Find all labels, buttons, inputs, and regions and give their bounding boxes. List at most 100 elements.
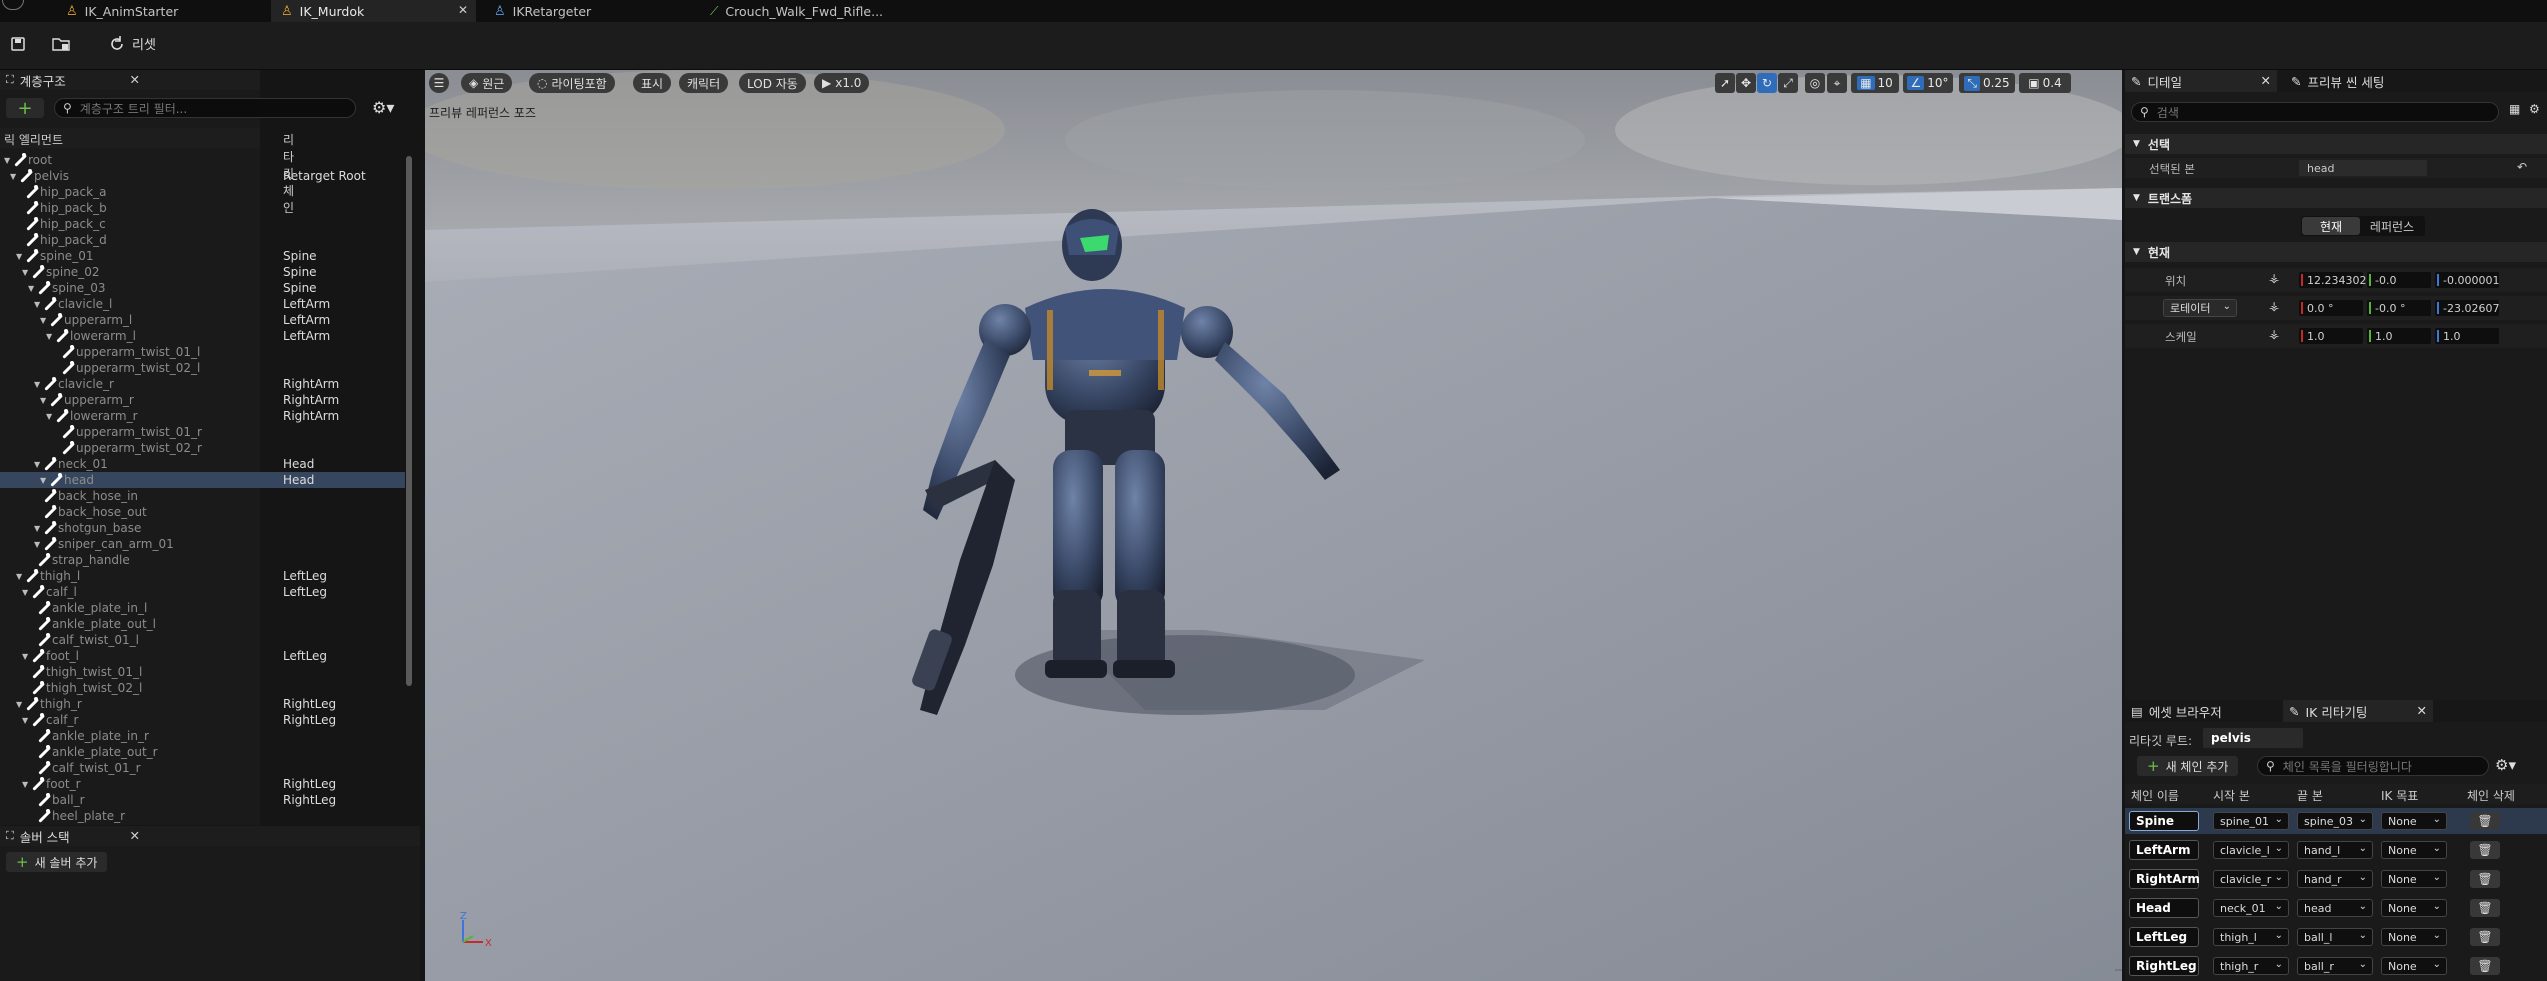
expand-arrow-icon[interactable]: ▼ [34,300,44,309]
details-search-input[interactable]: ⚲ 검색 [2131,102,2499,122]
chain-row[interactable]: Head neck_01 ⌄ head ⌄ None ⌄ 🗑 [2125,895,2547,921]
table-view-icon[interactable]: ▦ [2509,102,2520,116]
hierarchy-row[interactable]: back_hose_out [0,504,405,520]
hierarchy-row[interactable]: ▼ upperarm_l LeftArm [0,312,405,328]
delete-chain-button[interactable]: 🗑 [2470,928,2500,946]
end-bone-dropdown[interactable]: ball_r ⌄ [2297,957,2373,975]
hierarchy-row[interactable]: hip_pack_c [0,216,405,232]
expand-arrow-icon[interactable]: ▼ [46,412,56,421]
select-tool[interactable]: ➚ [1715,73,1735,93]
hierarchy-row[interactable]: ▼ spine_01 Spine [0,248,405,264]
tab-asset-browser[interactable]: ▤ 에셋 브라우저 [2125,700,2222,722]
end-bone-dropdown[interactable]: hand_r ⌄ [2297,870,2373,888]
tab-ikretargeter[interactable]: ♙ IKRetargeter [484,0,694,22]
delete-chain-button[interactable]: 🗑 [2470,899,2500,917]
rotate-tool[interactable]: ↻ [1757,73,1777,93]
rotation-x[interactable]: 0.0 ° [2299,300,2363,316]
hierarchy-search-input[interactable]: ⚲ 계층구조 트리 필터... [54,98,356,118]
expand-arrow-icon[interactable]: ▼ [40,476,50,485]
expand-arrow-icon[interactable]: ▼ [22,716,32,725]
hierarchy-row[interactable]: thigh_twist_01_l [0,664,405,680]
start-bone-dropdown[interactable]: thigh_l ⌄ [2213,928,2289,946]
hierarchy-row[interactable]: upperarm_twist_01_l [0,344,405,360]
angle-snap-button[interactable]: ∠ 10° [1903,73,1953,93]
chain-name-field[interactable]: RightArm [2129,869,2200,889]
browse-button[interactable] [52,36,70,52]
location-z[interactable]: -0.000001 [2435,272,2499,288]
tab-preview-settings[interactable]: ✎ 프리뷰 씬 세팅 [2285,70,2384,92]
settings-icon[interactable]: ⚙▾ [2495,756,2516,774]
chain-row[interactable]: RightLeg thigh_r ⌄ ball_r ⌄ None ⌄ 🗑 [2125,953,2547,979]
chain-name-field[interactable]: LeftLeg [2129,927,2199,947]
tab-ik-animstarter[interactable]: ♙ IK_AnimStarter [56,0,271,22]
start-bone-dropdown[interactable]: spine_01 ⌄ [2213,812,2289,830]
lighting-button[interactable]: ◌ 라이팅포함 [529,73,615,93]
hierarchy-row[interactable]: hip_pack_b [0,200,405,216]
start-bone-dropdown[interactable]: thigh_r ⌄ [2213,957,2289,975]
hierarchy-row[interactable]: ▼ spine_02 Spine [0,264,405,280]
playback-speed-button[interactable]: ▶ x1.0 [814,73,870,93]
hierarchy-row[interactable]: hip_pack_d [0,232,405,248]
reset-button[interactable]: 리셋 [108,34,156,53]
delete-chain-button[interactable]: 🗑 [2470,812,2500,830]
character-button[interactable]: 캐릭터 [679,73,729,93]
rotation-type-dropdown[interactable]: 로테이터 ⌄ [2163,299,2237,317]
chain-name-field[interactable]: LeftArm [2129,840,2199,860]
hierarchy-row[interactable]: upperarm_twist_02_l [0,360,405,376]
hierarchy-row[interactable]: ▼ foot_l LeftLeg [0,648,405,664]
close-icon[interactable]: ✕ [130,72,140,87]
hierarchy-row[interactable]: hip_pack_a [0,184,405,200]
ik-goal-dropdown[interactable]: None ⌄ [2381,957,2447,975]
perspective-button[interactable]: ◈ 원근 [461,73,513,93]
ik-goal-dropdown[interactable]: None ⌄ [2381,841,2447,859]
surface-snap-button[interactable]: ⌖ [1827,73,1847,93]
end-bone-dropdown[interactable]: head ⌄ [2297,899,2373,917]
close-icon[interactable]: ✕ [2261,73,2271,88]
hierarchy-row[interactable]: ankle_plate_out_l [0,616,405,632]
pivot-icon[interactable]: ⚶ [2269,327,2279,341]
hierarchy-row[interactable]: ▼ head Head [0,472,405,488]
location-y[interactable]: -0.0 [2367,272,2431,288]
hierarchy-row[interactable]: calf_twist_01_r [0,760,405,776]
hierarchy-row[interactable]: upperarm_twist_02_r [0,440,405,456]
expand-arrow-icon[interactable]: ▼ [34,460,44,469]
hierarchy-row[interactable]: ▼ spine_03 Spine [0,280,405,296]
end-bone-dropdown[interactable]: spine_03 ⌄ [2297,812,2373,830]
expand-arrow-icon[interactable]: ▼ [40,316,50,325]
pivot-icon[interactable]: ⚶ [2269,299,2279,313]
hierarchy-row[interactable]: upperarm_twist_01_r [0,424,405,440]
scale-z[interactable]: 1.0 [2435,328,2499,344]
tab-crouch-walk[interactable]: ⟋ Crouch_Walk_Fwd_Rifle... [700,0,940,22]
chain-name-field[interactable]: RightLeg [2129,956,2199,976]
scale-snap-button[interactable]: ⤡ 0.25 [1959,73,2015,93]
expand-arrow-icon[interactable]: ▼ [22,268,32,277]
hierarchy-scrollbar[interactable] [406,156,412,686]
hierarchy-row[interactable]: ankle_plate_out_r [0,744,405,760]
scale-tool[interactable]: ⤢ [1778,73,1798,93]
section-transform[interactable]: ▼ 트랜스폼 [2125,188,2547,208]
reset-arrow-icon[interactable]: ↶ [2517,160,2527,174]
close-icon[interactable]: ✕ [2417,703,2427,718]
hierarchy-row[interactable]: ▼ calf_l LeftLeg [0,584,405,600]
delete-chain-button[interactable]: 🗑 [2470,957,2500,975]
expand-arrow-icon[interactable]: ▼ [34,380,44,389]
hierarchy-row[interactable]: ▼ lowerarm_l LeftArm [0,328,405,344]
hierarchy-row[interactable]: heel_plate_r [0,808,405,824]
expand-arrow-icon[interactable]: ▼ [16,252,26,261]
expand-arrow-icon[interactable]: ▼ [22,780,32,789]
scale-y[interactable]: 1.0 [2367,328,2431,344]
retarget-root-field[interactable]: pelvis [2203,728,2303,748]
section-selection[interactable]: ▼ 선택 [2125,134,2547,154]
pivot-icon[interactable]: ⚶ [2269,271,2279,285]
toggle-current[interactable]: 현재 [2302,217,2360,235]
start-bone-dropdown[interactable]: clavicle_l ⌄ [2213,841,2289,859]
expand-arrow-icon[interactable]: ▼ [40,396,50,405]
hierarchy-row[interactable]: ▼ thigh_l LeftLeg [0,568,405,584]
hierarchy-row[interactable]: ▼ upperarm_r RightArm [0,392,405,408]
translate-tool[interactable]: ✥ [1736,73,1756,93]
hierarchy-row[interactable]: ankle_plate_in_l [0,600,405,616]
ik-goal-dropdown[interactable]: None ⌄ [2381,928,2447,946]
expand-arrow-icon[interactable]: ▼ [4,156,14,165]
chain-row[interactable]: Spine spine_01 ⌄ spine_03 ⌄ None ⌄ 🗑 [2125,808,2547,834]
save-button[interactable] [10,36,26,52]
